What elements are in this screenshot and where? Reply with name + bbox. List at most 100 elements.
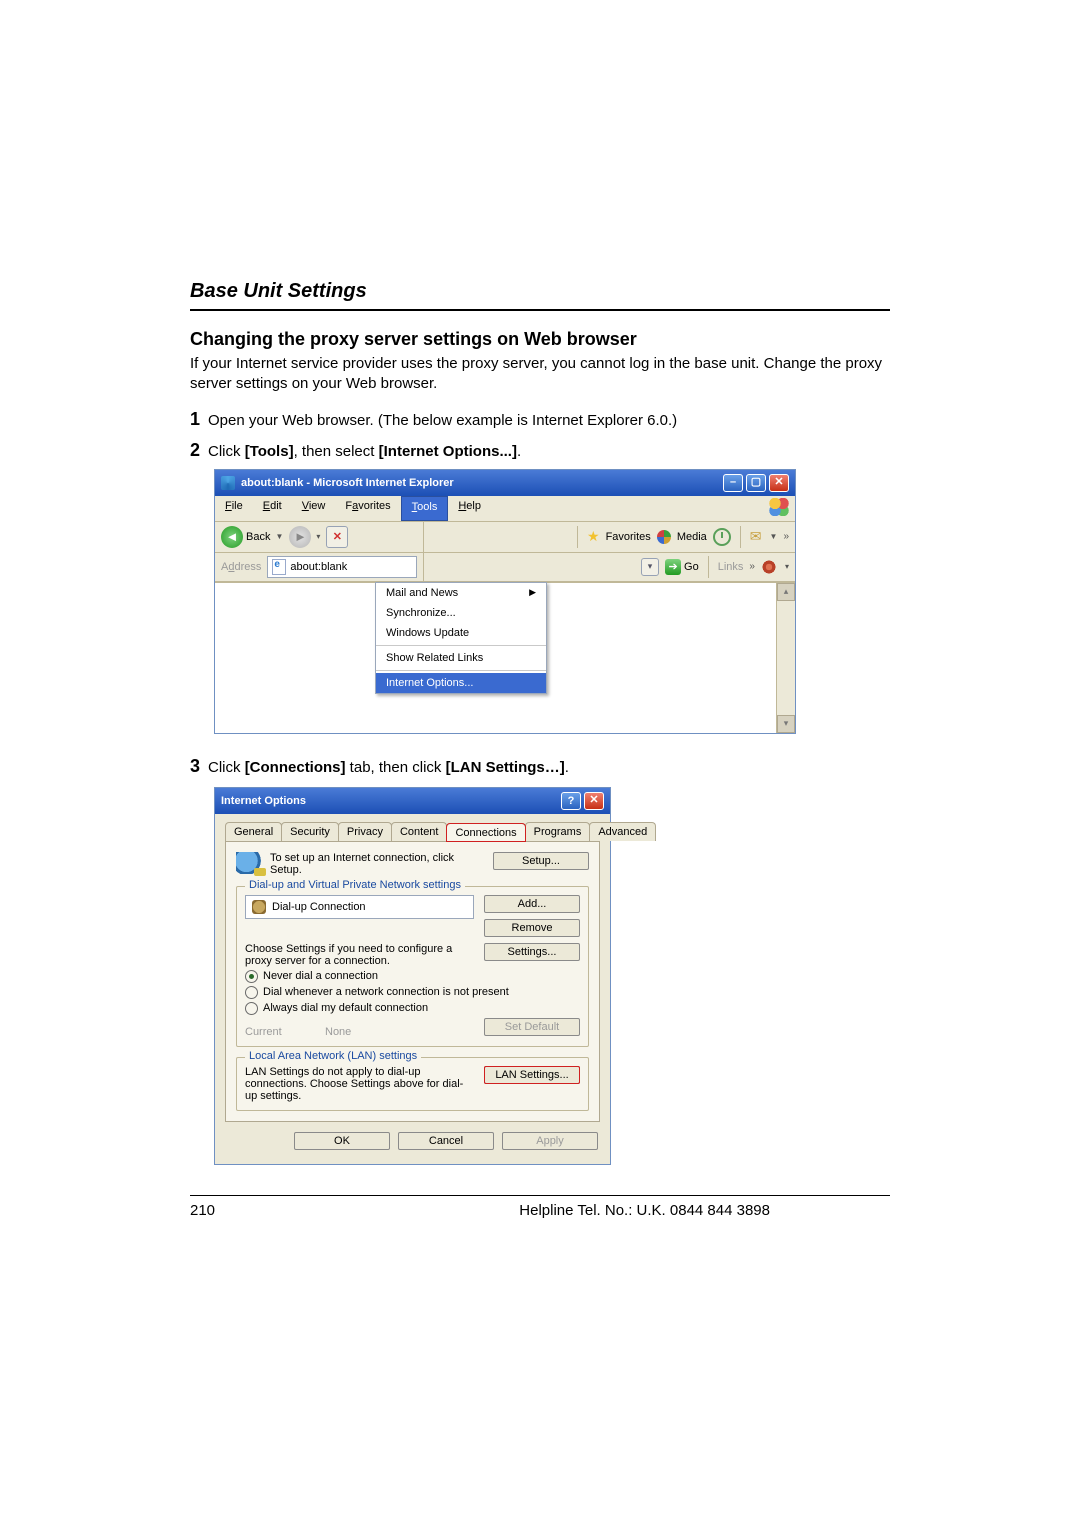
media-label[interactable]: Media bbox=[677, 531, 707, 543]
radio-icon bbox=[245, 970, 258, 983]
menu-separator bbox=[376, 645, 546, 646]
minimize-button[interactable]: – bbox=[723, 474, 743, 492]
close-button[interactable]: ✕ bbox=[584, 792, 604, 810]
address-dropdown[interactable]: ▾ bbox=[641, 558, 659, 576]
history-icon[interactable] bbox=[713, 528, 731, 546]
close-button[interactable]: ✕ bbox=[769, 474, 789, 492]
settings-button[interactable]: Settings... bbox=[484, 943, 580, 961]
media-icon bbox=[657, 530, 671, 544]
address-field[interactable]: about:blank bbox=[267, 556, 417, 578]
tab-content[interactable]: Content bbox=[391, 822, 448, 841]
dialog-titlebar: Internet Options ? ✕ bbox=[215, 788, 610, 814]
separator bbox=[708, 556, 709, 578]
scroll-up-icon[interactable]: ▴ bbox=[777, 583, 795, 601]
add-button[interactable]: Add... bbox=[484, 895, 580, 913]
lan-legend: Local Area Network (LAN) settings bbox=[245, 1050, 421, 1062]
window-title: about:blank - Microsoft Internet Explore… bbox=[241, 477, 454, 489]
menu-mail-and-news[interactable]: Mail and News▶ bbox=[376, 583, 546, 603]
favorites-label[interactable]: Favorites bbox=[606, 531, 651, 543]
step-2: 2 Click [Tools], then select [Internet O… bbox=[190, 440, 890, 461]
tab-advanced[interactable]: Advanced bbox=[589, 822, 656, 841]
chevron-down-icon: ▾ bbox=[316, 532, 320, 541]
forward-button[interactable]: ► ▾ bbox=[289, 526, 320, 548]
submenu-arrow-icon: ▶ bbox=[529, 587, 536, 598]
connections-panel: To set up an Internet connection, click … bbox=[225, 842, 600, 1122]
menu-file[interactable]: File bbox=[215, 496, 253, 521]
step-3: 3 Click [Connections] tab, then click [L… bbox=[190, 756, 890, 777]
cancel-button[interactable]: Cancel bbox=[398, 1132, 494, 1150]
menu-internet-options[interactable]: Internet Options... bbox=[376, 673, 546, 693]
go-button[interactable]: ➔ Go bbox=[665, 559, 699, 575]
ie-window: about:blank - Microsoft Internet Explore… bbox=[214, 469, 796, 734]
tab-general[interactable]: General bbox=[225, 822, 282, 841]
radio-always-dial[interactable]: Always dial my default connection bbox=[245, 1002, 580, 1015]
menu-synchronize[interactable]: Synchronize... bbox=[376, 603, 546, 623]
plugin-icon[interactable] bbox=[761, 560, 777, 574]
scrollbar[interactable]: ▴ ▾ bbox=[776, 583, 795, 733]
window-titlebar: about:blank - Microsoft Internet Explore… bbox=[215, 470, 795, 496]
chevron-down-icon: ▼ bbox=[770, 532, 778, 541]
page-footer: 210 Helpline Tel. No.: U.K. 0844 844 389… bbox=[190, 1202, 890, 1219]
page-number: 210 bbox=[190, 1202, 215, 1219]
menu-show-related[interactable]: Show Related Links bbox=[376, 648, 546, 668]
internet-options-dialog: Internet Options ? ✕ General Security Pr… bbox=[214, 787, 611, 1165]
step-text: Open your Web browser. (The below exampl… bbox=[208, 412, 677, 429]
dialup-list[interactable]: Dial-up Connection bbox=[245, 895, 474, 919]
radio-dial-when-absent[interactable]: Dial whenever a network connection is no… bbox=[245, 986, 580, 999]
ie-brand-icon bbox=[763, 496, 795, 521]
menu-separator bbox=[376, 670, 546, 671]
heading: Changing the proxy server settings on We… bbox=[190, 329, 890, 350]
menu-edit[interactable]: Edit bbox=[253, 496, 292, 521]
tab-programs[interactable]: Programs bbox=[525, 822, 591, 841]
menu-help[interactable]: Help bbox=[448, 496, 491, 521]
mail-icon[interactable]: ✉ bbox=[750, 528, 762, 545]
ok-button[interactable]: OK bbox=[294, 1132, 390, 1150]
content-area: Mail and News▶ Synchronize... Windows Up… bbox=[215, 582, 795, 733]
radio-never-dial[interactable]: Never dial a connection bbox=[245, 970, 580, 983]
tab-security[interactable]: Security bbox=[281, 822, 339, 841]
document-page: Base Unit Settings Changing the proxy se… bbox=[190, 0, 890, 1339]
scroll-down-icon[interactable]: ▾ bbox=[777, 715, 795, 733]
tools-dropdown: Mail and News▶ Synchronize... Windows Up… bbox=[375, 582, 547, 694]
address-bar: Address about:blank bbox=[215, 553, 423, 582]
window-controls: – ▢ ✕ bbox=[723, 474, 789, 492]
dialog-title: Internet Options bbox=[221, 795, 306, 807]
dialup-connection-icon bbox=[252, 900, 266, 914]
remove-button[interactable]: Remove bbox=[484, 919, 580, 937]
go-arrow-icon: ➔ bbox=[665, 559, 681, 575]
menu-windows-update[interactable]: Windows Update bbox=[376, 623, 546, 643]
address-value: about:blank bbox=[290, 561, 347, 573]
chevron-down-icon: ▾ bbox=[785, 562, 789, 571]
rule bbox=[190, 309, 890, 311]
go-links-bar: ▾ ➔ Go Links » ▾ bbox=[424, 553, 795, 582]
menu-favorites[interactable]: Favorites bbox=[335, 496, 400, 521]
dialup-legend: Dial-up and Virtual Private Network sett… bbox=[245, 879, 465, 891]
tab-connections[interactable]: Connections bbox=[446, 823, 525, 842]
setup-hint: To set up an Internet connection, click … bbox=[270, 852, 485, 876]
nav-toolbar: ◄ Back ▼ ► ▾ ✕ bbox=[215, 522, 423, 553]
lan-fieldset: Local Area Network (LAN) settings LAN Se… bbox=[236, 1057, 589, 1111]
rule bbox=[190, 1195, 890, 1196]
setup-button[interactable]: Setup... bbox=[493, 852, 589, 870]
address-label: Address bbox=[221, 561, 261, 573]
lan-settings-button[interactable]: LAN Settings... bbox=[484, 1066, 580, 1084]
section-title: Base Unit Settings bbox=[190, 280, 890, 303]
step-number: 1 bbox=[190, 409, 200, 430]
intro-text: If your Internet service provider uses t… bbox=[190, 354, 890, 395]
step-number: 2 bbox=[190, 440, 200, 461]
context-help-button[interactable]: ? bbox=[561, 792, 581, 810]
overflow-chevron-icon[interactable]: » bbox=[783, 531, 789, 542]
back-button[interactable]: ◄ Back ▼ bbox=[221, 526, 283, 548]
overflow-chevron-icon[interactable]: » bbox=[749, 561, 755, 572]
tab-privacy[interactable]: Privacy bbox=[338, 822, 392, 841]
menu-tools[interactable]: Tools bbox=[401, 496, 449, 521]
maximize-button[interactable]: ▢ bbox=[746, 474, 766, 492]
step-text: Click [Connections] tab, then click [LAN… bbox=[208, 759, 569, 776]
apply-button[interactable]: Apply bbox=[502, 1132, 598, 1150]
links-label[interactable]: Links bbox=[718, 561, 744, 573]
separator bbox=[577, 526, 578, 548]
menu-view[interactable]: View bbox=[292, 496, 336, 521]
favorites-icon: ★ bbox=[587, 528, 600, 545]
stop-button[interactable]: ✕ bbox=[326, 526, 348, 548]
set-default-button[interactable]: Set Default bbox=[484, 1018, 580, 1036]
